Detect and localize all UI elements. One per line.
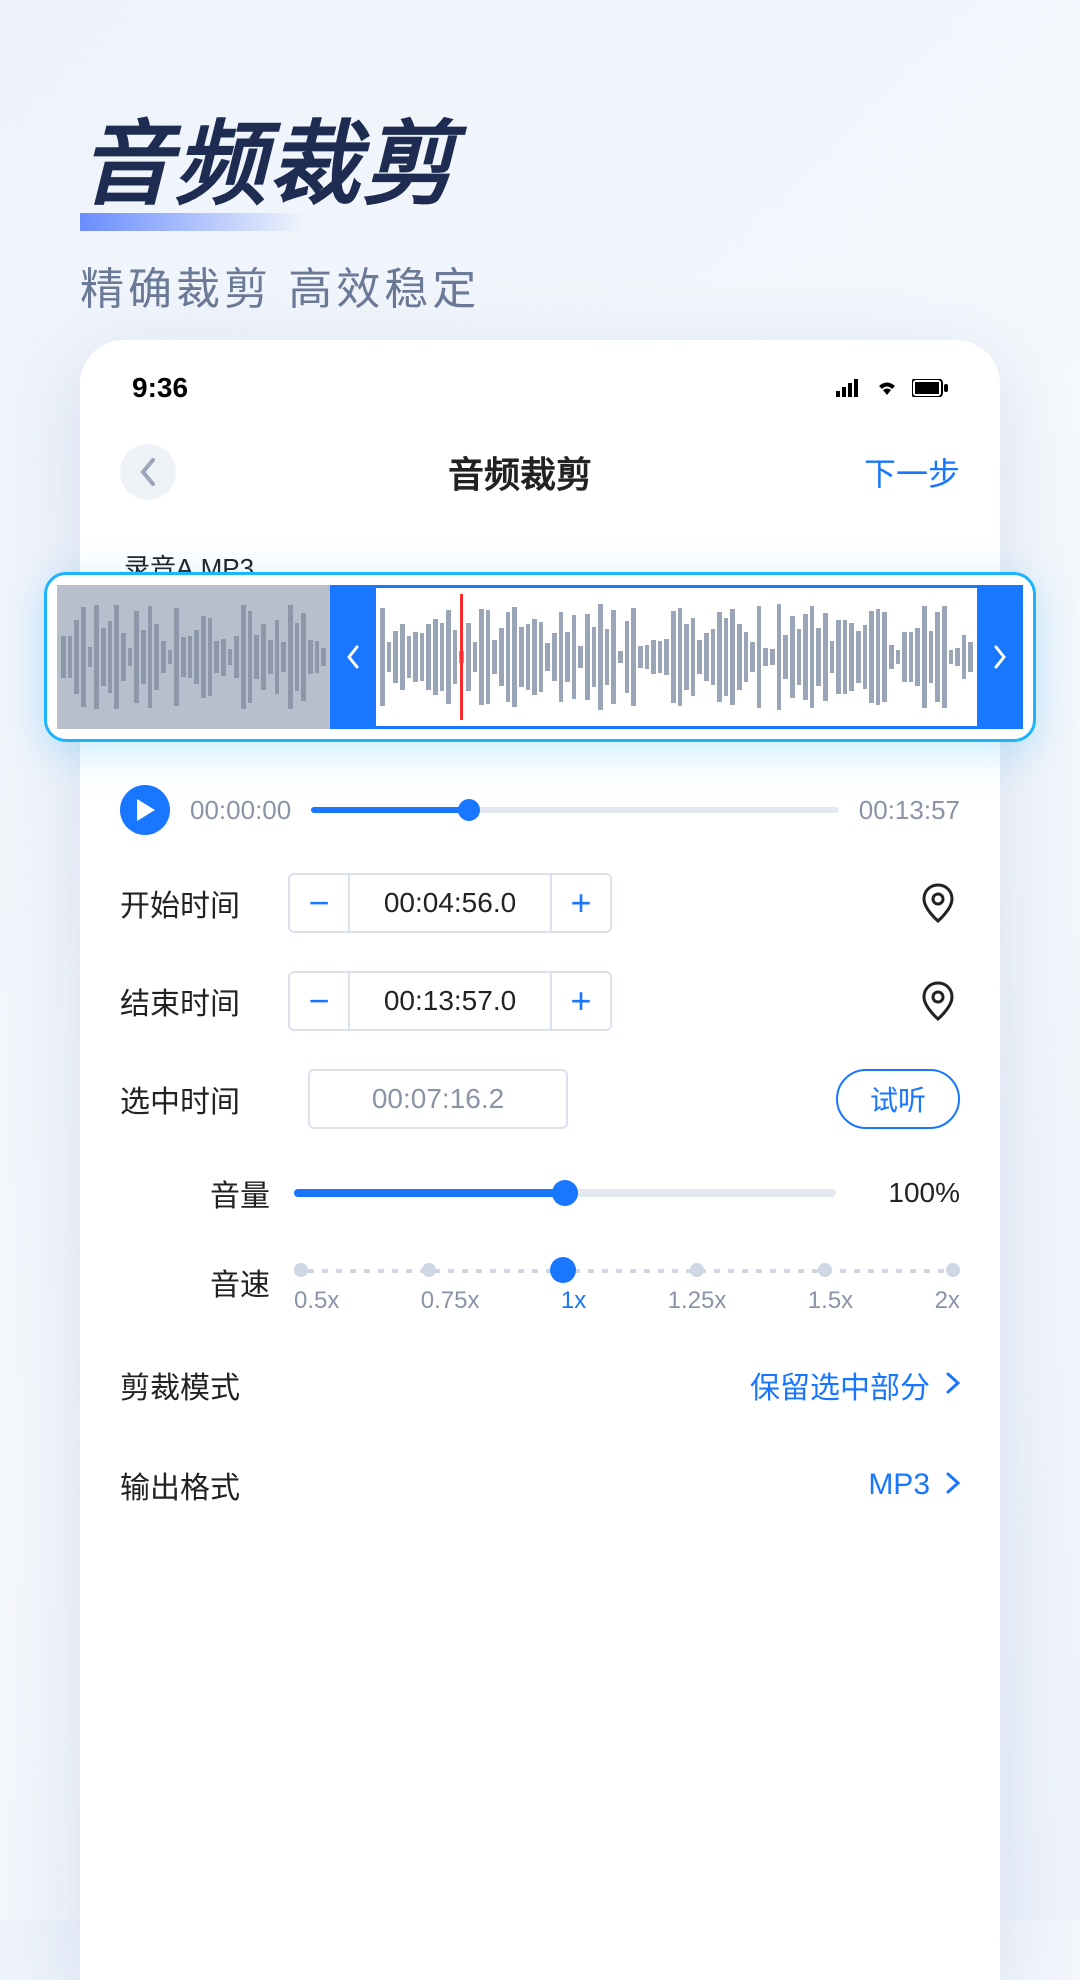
end-time-row: 结束时间 − 00:13:57.0 + — [120, 971, 960, 1031]
waveform-unselected-left — [57, 585, 330, 729]
end-time-label: 结束时间 — [120, 979, 270, 1023]
trim-handle-right[interactable] — [977, 585, 1023, 729]
selected-time-label: 选中时间 — [120, 1077, 270, 1121]
speed-dot[interactable] — [946, 1263, 960, 1277]
speed-dot[interactable] — [422, 1263, 436, 1277]
playhead-indicator[interactable] — [460, 594, 463, 720]
start-time-label: 开始时间 — [120, 881, 270, 925]
output-format-label: 输出格式 — [120, 1463, 240, 1507]
start-time-minus[interactable]: − — [290, 875, 350, 931]
end-time-plus[interactable]: + — [550, 973, 610, 1029]
phone-frame: 9:36 音频裁剪 下一步 录音A.MP3 — [80, 340, 1000, 1980]
output-format-row[interactable]: 输出格式 MP3 — [120, 1463, 960, 1507]
controls-section: 00:00:00 00:13:57 开始时间 − 00:04:56.0 + 结束… — [116, 785, 964, 1507]
trim-mode-row[interactable]: 剪裁模式 保留选中部分 — [120, 1363, 960, 1407]
next-button[interactable]: 下一步 — [864, 449, 960, 495]
volume-label: 音量 — [170, 1171, 270, 1215]
signal-icon — [836, 372, 862, 404]
output-format-value: MP3 — [868, 1468, 960, 1502]
page-title: 音频裁剪 — [448, 446, 592, 498]
current-time: 00:00:00 — [190, 795, 291, 826]
selected-time-value: 00:07:16.2 — [308, 1069, 568, 1129]
speed-dot[interactable] — [690, 1263, 704, 1277]
end-time-pin-icon[interactable] — [916, 979, 960, 1023]
speed-option-label: 1.25x — [668, 1287, 727, 1315]
speed-option-label: 0.5x — [294, 1287, 339, 1315]
back-button[interactable] — [120, 444, 176, 500]
trim-mode-value: 保留选中部分 — [750, 1363, 960, 1407]
navbar: 音频裁剪 下一步 — [116, 444, 964, 500]
player-bar: 00:00:00 00:13:57 — [120, 785, 960, 835]
speed-dot[interactable] — [294, 1263, 308, 1277]
status-time: 9:36 — [132, 372, 188, 404]
status-bar: 9:36 — [116, 372, 964, 404]
volume-row: 音量 100% — [120, 1171, 960, 1215]
speed-dot[interactable] — [818, 1263, 832, 1277]
end-time-value[interactable]: 00:13:57.0 — [350, 973, 550, 1029]
speed-slider[interactable]: 0.5x0.75x1x1.25x1.5x2x — [294, 1257, 960, 1307]
play-button[interactable] — [120, 785, 170, 835]
chevron-right-icon — [946, 1469, 960, 1501]
speed-option-label: 0.75x — [421, 1287, 480, 1315]
preview-button[interactable]: 试听 — [836, 1069, 960, 1129]
start-time-row: 开始时间 − 00:04:56.0 + — [120, 873, 960, 933]
start-time-value[interactable]: 00:04:56.0 — [350, 875, 550, 931]
selected-time-row: 选中时间 00:07:16.2 试听 — [120, 1069, 960, 1129]
hero-title: 音频裁剪 — [80, 90, 456, 223]
total-time: 00:13:57 — [859, 795, 960, 826]
chevron-right-icon — [946, 1369, 960, 1401]
hero-section: 音频裁剪 精确裁剪 高效稳定 — [0, 0, 1080, 357]
trim-handle-left[interactable] — [330, 585, 376, 729]
start-time-pin-icon[interactable] — [916, 881, 960, 925]
wifi-icon — [874, 372, 900, 404]
speed-dot[interactable] — [550, 1257, 576, 1283]
speed-option-label: 2x — [935, 1287, 960, 1315]
speed-option-label: 1.5x — [808, 1287, 853, 1315]
status-icons — [836, 372, 948, 404]
hero-subtitle: 精确裁剪 高效稳定 — [80, 253, 1000, 317]
trim-mode-label: 剪裁模式 — [120, 1363, 240, 1407]
volume-slider[interactable] — [294, 1189, 836, 1197]
waveform-editor[interactable] — [44, 572, 1036, 742]
progress-slider[interactable] — [311, 807, 839, 813]
waveform-selected — [376, 585, 977, 729]
speed-label: 音速 — [170, 1260, 270, 1304]
end-time-stepper: − 00:13:57.0 + — [288, 971, 612, 1031]
speed-row: 音速 0.5x0.75x1x1.25x1.5x2x — [120, 1257, 960, 1307]
battery-icon — [912, 372, 948, 404]
end-time-minus[interactable]: − — [290, 973, 350, 1029]
speed-option-label: 1x — [561, 1287, 586, 1315]
start-time-plus[interactable]: + — [550, 875, 610, 931]
volume-value: 100% — [860, 1177, 960, 1209]
start-time-stepper: − 00:04:56.0 + — [288, 873, 612, 933]
